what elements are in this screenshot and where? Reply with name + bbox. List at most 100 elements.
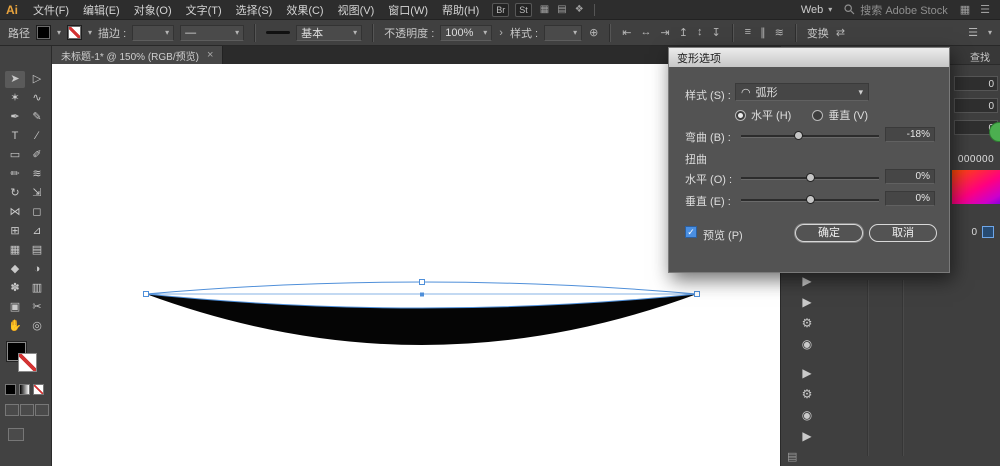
draw-inside-icon[interactable] [35, 404, 49, 416]
hand-tool[interactable]: ✋ [5, 318, 25, 335]
workspace-switcher[interactable]: Web ▾ [801, 4, 832, 16]
triangle-right-icon[interactable]: ▶ [802, 295, 811, 310]
mesh-tool[interactable]: ▦ [5, 242, 25, 259]
blend-tool[interactable]: ◑ [27, 261, 47, 278]
artboard-tool[interactable]: ▣ [5, 299, 25, 316]
selection-handle[interactable] [420, 280, 425, 285]
menu-select[interactable]: 选择(S) [229, 2, 280, 18]
chevron-down-icon[interactable]: ▾ [988, 28, 992, 37]
distort-vertical-value-field[interactable]: 0% [885, 191, 935, 206]
align-center-h-icon[interactable]: ↔ [640, 26, 653, 39]
align-left-icon[interactable]: ⇤ [621, 26, 632, 39]
cancel-button[interactable]: 取消 [869, 224, 937, 242]
warp-style-select[interactable]: ◠ 弧形 ▾ [735, 83, 869, 101]
chevron-down-icon[interactable]: ▾ [57, 28, 61, 37]
stock-icon[interactable]: St [515, 3, 532, 17]
touch-workspace-icon[interactable]: ❖ [575, 4, 584, 15]
symbol-sprayer-tool[interactable]: ✽ [5, 280, 25, 297]
vertical-radio[interactable] [812, 110, 823, 121]
menu-type[interactable]: 文字(T) [179, 2, 229, 18]
distort-horizontal-thumb[interactable] [806, 173, 815, 182]
layout-icon[interactable]: ▦ [540, 4, 549, 15]
swirl-icon[interactable]: ◉ [802, 337, 812, 352]
lasso-tool[interactable]: ∿ [27, 90, 47, 107]
menu-window[interactable]: 窗口(W) [381, 2, 435, 18]
direct-selection-tool[interactable]: ▷ [27, 71, 47, 88]
column-graph-tool[interactable]: ▥ [27, 280, 47, 297]
screen-mode-icon[interactable] [8, 428, 24, 441]
distort-vertical-slider[interactable] [741, 199, 879, 202]
distort-horizontal-slider[interactable] [741, 177, 879, 180]
ok-button[interactable]: 确定 [795, 224, 863, 242]
slice-tool[interactable]: ✂ [27, 299, 47, 316]
bridge-icon[interactable]: Br [492, 3, 509, 17]
stroke-weight-select[interactable]: ▾ [132, 25, 174, 41]
shape-builder-tool[interactable]: ⊞ [5, 223, 25, 240]
shaper-tool[interactable]: ≋ [27, 166, 47, 183]
brush-definition-select[interactable]: 基本 ▾ [296, 25, 362, 41]
color-mode-icon[interactable] [5, 384, 16, 395]
paintbrush-tool[interactable]: ✐ [27, 147, 47, 164]
dialog-title-bar[interactable]: 变形选项 [669, 48, 949, 67]
color-spectrum-strip[interactable] [952, 170, 1000, 204]
curvature-tool[interactable]: ✎ [27, 109, 47, 126]
panel-options-icon[interactable]: ▤ [787, 450, 797, 463]
width-tool[interactable]: ⋈ [5, 204, 25, 221]
align-middle-v-icon[interactable]: ↕ [696, 26, 704, 39]
menu-view[interactable]: 视图(V) [331, 2, 382, 18]
stroke-color-swatch[interactable] [67, 25, 82, 40]
distort-vertical-thumb[interactable] [806, 195, 815, 204]
stroke-swatch[interactable] [18, 353, 37, 372]
pencil-tool[interactable]: ✏ [5, 166, 25, 183]
zoom-tool[interactable]: ◎ [27, 318, 47, 335]
swap-icon[interactable]: ⇄ [835, 26, 846, 39]
selection-handle[interactable] [144, 292, 149, 297]
gear-icon[interactable]: ⚙ [802, 316, 813, 331]
device-preview-icon[interactable]: ▤ [557, 4, 566, 15]
hamburger-menu-icon[interactable]: ☰ [980, 3, 990, 16]
rotate-tool[interactable]: ↻ [5, 185, 25, 202]
preview-checkbox[interactable]: ✓ [685, 226, 697, 238]
distribute-columns-icon[interactable]: ∥ [759, 26, 767, 39]
fill-color-swatch[interactable] [36, 25, 51, 40]
horizontal-radio[interactable] [735, 110, 746, 121]
triangle-right-icon[interactable]: ▶ [802, 429, 811, 444]
magic-wand-tool[interactable]: ✶ [5, 90, 25, 107]
document-tab[interactable]: 未标题-1* @ 150% (RGB/预览) × [52, 46, 223, 64]
bend-slider[interactable] [741, 135, 879, 138]
blue-square-icon[interactable] [982, 226, 994, 238]
triangle-right-icon[interactable]: ▶ [802, 366, 811, 381]
eyedropper-tool[interactable]: ◆ [5, 261, 25, 278]
menu-effect[interactable]: 效果(C) [279, 2, 330, 18]
panel-menu-icon[interactable]: ☰ [967, 26, 979, 39]
pen-tool[interactable]: ✒ [5, 109, 25, 126]
swirl-icon[interactable]: ◉ [802, 408, 812, 423]
opacity-select[interactable]: 100% ▾ [440, 25, 492, 41]
panel-tab[interactable]: 查找 [970, 49, 990, 64]
gear-icon[interactable]: ⚙ [802, 387, 813, 402]
free-transform-tool[interactable]: ◻ [27, 204, 47, 221]
rectangle-tool[interactable]: ▭ [5, 147, 25, 164]
menu-help[interactable]: 帮助(H) [435, 2, 486, 18]
center-anchor-point[interactable] [420, 293, 424, 297]
bend-value-field[interactable]: -18% [885, 127, 935, 142]
draw-behind-icon[interactable] [20, 404, 34, 416]
panel-grid-icon[interactable]: ▦ [960, 3, 970, 16]
graphic-style-select[interactable]: ▾ [544, 25, 582, 41]
numeric-field[interactable]: 0 [954, 76, 998, 91]
transform-link[interactable]: 变换 [807, 25, 829, 41]
selection-handle[interactable] [695, 292, 700, 297]
triangle-right-icon[interactable]: ▶ [802, 274, 811, 289]
gradient-mode-icon[interactable] [19, 384, 30, 395]
align-top-icon[interactable]: ↥ [678, 26, 689, 39]
distribute-rows-icon[interactable]: ≡ [744, 26, 752, 39]
green-indicator[interactable] [989, 122, 1000, 142]
width-profile-select[interactable]: — ▾ [180, 25, 244, 41]
align-bottom-icon[interactable]: ↧ [710, 26, 721, 39]
stock-search[interactable]: 搜索 Adobe Stock [844, 2, 947, 18]
draw-normal-icon[interactable] [5, 404, 19, 416]
selection-tool[interactable]: ➤ [5, 71, 25, 88]
perspective-grid-tool[interactable]: ⊿ [27, 223, 47, 240]
chevron-right-icon[interactable]: › [498, 27, 504, 39]
menu-edit[interactable]: 编辑(E) [76, 2, 127, 18]
